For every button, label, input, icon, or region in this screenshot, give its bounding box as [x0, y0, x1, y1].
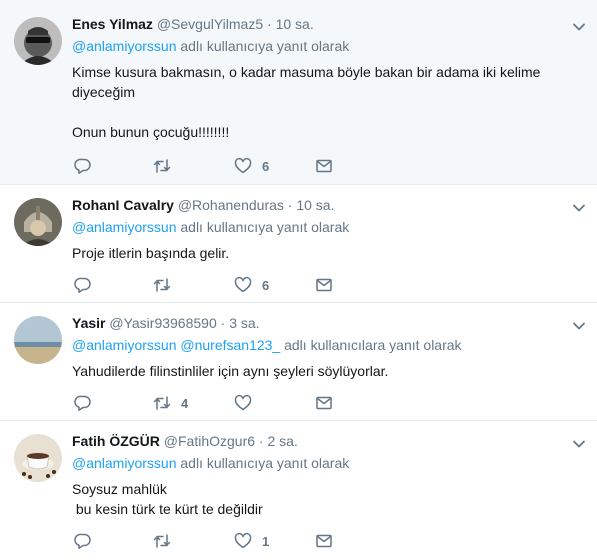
- direct-message-icon: [316, 534, 332, 548]
- avatar[interactable]: [14, 17, 62, 65]
- like-icon: [234, 394, 252, 411]
- user-handle[interactable]: @Yasir93968590: [109, 315, 216, 331]
- separator-dot: ·: [258, 433, 264, 449]
- user-handle[interactable]: @Rohanenduras: [178, 197, 284, 213]
- reply-icon: [74, 533, 91, 549]
- user-fullname[interactable]: Enes Yilmaz: [72, 16, 153, 32]
- like-icon: [234, 532, 252, 549]
- separator-dot: ·: [220, 315, 226, 331]
- like-button[interactable]: 1: [234, 531, 269, 551]
- reply-timeline: Enes Yilmaz @SevgulYilmaz5 · 10 sa. @anl…: [0, 0, 597, 560]
- tweet-header: RohanI Cavalry @Rohanenduras · 10 sa.: [72, 195, 583, 215]
- user-handle[interactable]: @FatihOzgur6: [164, 433, 255, 449]
- reply-mention[interactable]: @anlamiyorssun: [72, 455, 176, 471]
- tweet-header: Yasir @Yasir93968590 · 3 sa.: [72, 313, 583, 333]
- tweet-timestamp[interactable]: 3 sa.: [229, 315, 259, 331]
- like-icon: [234, 276, 252, 293]
- reply-icon: [74, 158, 91, 174]
- reply-button[interactable]: [74, 531, 92, 551]
- tweet-text: Proje itlerin başında gelir.: [72, 245, 230, 261]
- reply-icon: [74, 277, 91, 293]
- reply-mention[interactable]: @anlamiyorssun: [72, 337, 176, 353]
- reply-suffix: adlı kullanıcıya yanıt olarak: [180, 455, 350, 471]
- like-button[interactable]: [234, 393, 262, 413]
- reply-button[interactable]: [74, 275, 92, 295]
- reply-context: @anlamiyorssun adlı kullanıcıya yanıt ol…: [72, 217, 583, 237]
- tweet-text: Yahudilerde filinstinliler için aynı şey…: [72, 363, 389, 379]
- tweet-header: Fatih ÖZGÜR @FatihOzgur6 · 2 sa.: [72, 431, 583, 451]
- reply-mention[interactable]: @anlamiyorssun: [72, 219, 176, 235]
- like-icon: [234, 157, 252, 174]
- chevron-down-icon[interactable]: [571, 318, 587, 334]
- direct-message-button[interactable]: [315, 393, 333, 413]
- tweet[interactable]: Enes Yilmaz @SevgulYilmaz5 · 10 sa. @anl…: [0, 0, 597, 185]
- reply-button[interactable]: [74, 156, 92, 176]
- user-fullname[interactable]: RohanI Cavalry: [72, 197, 174, 213]
- retweet-count: 4: [181, 395, 189, 411]
- retweet-icon: [153, 534, 171, 548]
- tweet[interactable]: Fatih ÖZGÜR @FatihOzgur6 · 2 sa. @anlami…: [0, 421, 597, 560]
- reply-mention[interactable]: @anlamiyorssun: [72, 38, 176, 54]
- reply-suffix: adlı kullanıcıya yanıt olarak: [180, 219, 350, 235]
- retweet-icon: [153, 278, 171, 292]
- retweet-button[interactable]: [153, 531, 181, 551]
- reply-button[interactable]: [74, 393, 92, 413]
- user-handle[interactable]: @SevgulYilmaz5: [157, 16, 263, 32]
- tweet-actions: 1: [72, 531, 372, 551]
- direct-message-icon: [316, 159, 332, 173]
- direct-message-button[interactable]: [315, 156, 333, 176]
- chevron-down-icon[interactable]: [571, 436, 587, 452]
- tweet[interactable]: RohanI Cavalry @Rohanenduras · 10 sa. @a…: [0, 185, 597, 303]
- tweet-actions: 6: [72, 156, 372, 176]
- user-fullname[interactable]: Fatih ÖZGÜR: [72, 433, 160, 449]
- reply-suffix: adlı kullanıcılara yanıt olarak: [284, 337, 462, 353]
- separator-dot: ·: [267, 16, 272, 32]
- retweet-icon: [153, 396, 171, 410]
- chevron-down-icon[interactable]: [571, 200, 587, 216]
- retweet-icon: [153, 159, 171, 173]
- reply-suffix: adlı kullanıcıya yanıt olarak: [180, 38, 350, 54]
- separator-dot: ·: [287, 197, 293, 213]
- retweet-button[interactable]: [153, 275, 181, 295]
- tweet[interactable]: Yasir @Yasir93968590 · 3 sa. @anlamiyors…: [0, 303, 597, 421]
- avatar[interactable]: [14, 434, 62, 482]
- retweet-button[interactable]: 4: [153, 393, 188, 413]
- user-fullname[interactable]: Yasir: [72, 315, 105, 331]
- reply-context: @anlamiyorssun adlı kullanıcıya yanıt ol…: [72, 453, 583, 473]
- like-count: 1: [262, 533, 270, 549]
- tweet-timestamp[interactable]: 10 sa.: [296, 197, 334, 213]
- reply-context: @anlamiyorssun @nurefsan123_ adlı kullan…: [72, 335, 583, 355]
- like-button[interactable]: 6: [234, 275, 269, 295]
- tweet-text: Soysuz mahlük bu kesin türk te kürt te d…: [72, 481, 263, 517]
- direct-message-icon: [316, 278, 332, 292]
- like-count: 6: [262, 277, 270, 293]
- tweet-actions: 6: [72, 275, 372, 295]
- chevron-down-icon[interactable]: [571, 19, 587, 35]
- direct-message-button[interactable]: [315, 275, 333, 295]
- tweet-timestamp[interactable]: 2 sa.: [267, 433, 297, 449]
- like-count: 6: [262, 158, 270, 174]
- avatar[interactable]: [14, 198, 62, 246]
- direct-message-button[interactable]: [315, 531, 333, 551]
- like-button[interactable]: 6: [234, 156, 269, 176]
- direct-message-icon: [316, 396, 332, 410]
- tweet-timestamp[interactable]: 10 sa.: [276, 16, 314, 32]
- retweet-button[interactable]: [153, 156, 181, 176]
- tweet-text: Kimse kusura bakmasın, o kadar masuma bö…: [72, 64, 541, 140]
- reply-context: @anlamiyorssun adlı kullanıcıya yanıt ol…: [72, 36, 583, 56]
- tweet-actions: 4: [72, 393, 372, 413]
- reply-mention[interactable]: @nurefsan123_: [180, 337, 280, 353]
- avatar[interactable]: [14, 316, 62, 364]
- tweet-header: Enes Yilmaz @SevgulYilmaz5 · 10 sa.: [72, 14, 583, 34]
- reply-icon: [74, 395, 91, 411]
